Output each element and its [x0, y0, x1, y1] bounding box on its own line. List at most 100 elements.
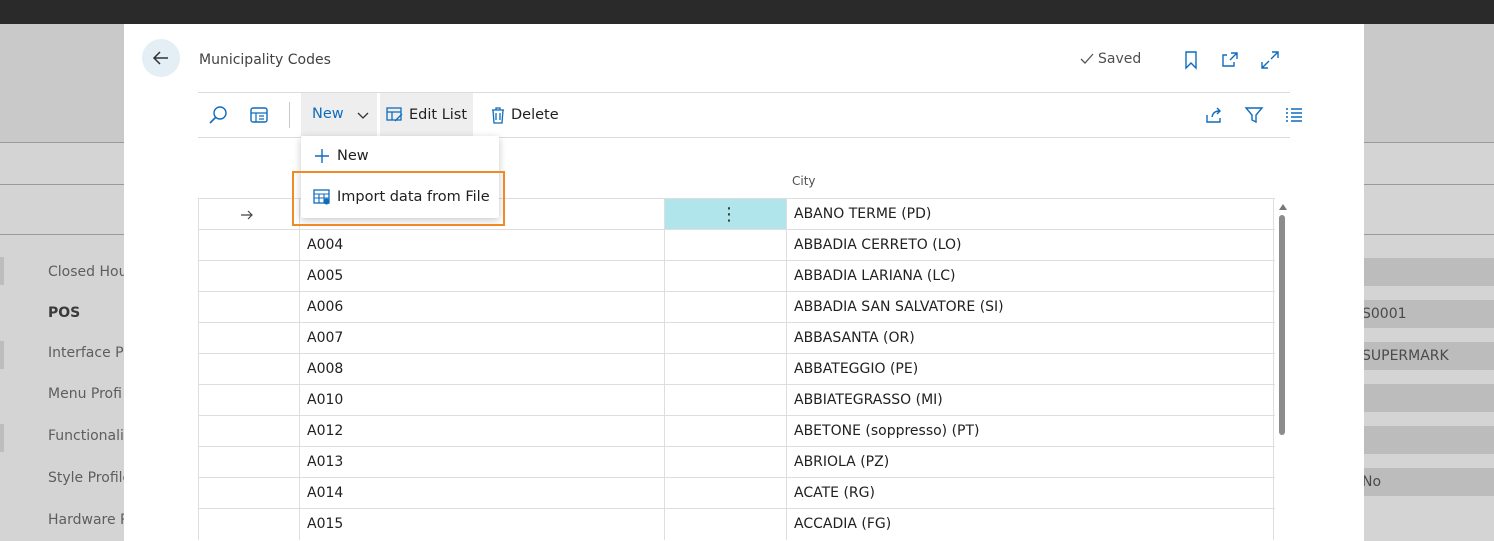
bg-nav-menu-profile: Menu Profi [48, 386, 122, 402]
row-indicator [198, 323, 299, 354]
table-row[interactable]: A014 ACATE (RG) [198, 477, 1275, 509]
city-cell[interactable]: ACATE (RG) [786, 478, 1274, 509]
code-cell[interactable]: A012 [299, 416, 663, 447]
list-view-icon[interactable] [1283, 104, 1305, 126]
city-cell[interactable]: ABBADIA SAN SALVATORE (SI) [786, 292, 1274, 323]
new-split-button: New [301, 93, 377, 137]
city-cell[interactable]: ABBASANTA (OR) [786, 323, 1274, 354]
background-field [0, 341, 4, 369]
saved-status: Saved [1079, 51, 1141, 67]
bg-field-blank [1362, 258, 1494, 286]
code-cell[interactable]: A015 [299, 509, 663, 540]
top-bar [0, 0, 1494, 24]
table-row[interactable]: A007 ABBASANTA (OR) [198, 322, 1275, 354]
bg-nav-style-profile: Style Profile [48, 470, 132, 486]
row-actions-cell[interactable] [664, 385, 786, 416]
city-cell[interactable]: ABRIOLA (PZ) [786, 447, 1274, 478]
city-cell[interactable]: ABETONE (soppresso) (PT) [786, 416, 1274, 447]
row-actions-cell[interactable] [664, 447, 786, 478]
search-icon[interactable] [207, 104, 229, 126]
bg-nav-closed-hours: Closed Hou [48, 264, 128, 280]
saved-label: Saved [1098, 51, 1142, 67]
filter-icon[interactable] [1243, 104, 1265, 126]
row-actions-cell[interactable] [664, 416, 786, 447]
table-row[interactable]: A004 ABBADIA CERRETO (LO) [198, 229, 1275, 261]
row-indicator [198, 354, 299, 385]
more-options-icon[interactable]: ⋮ [720, 199, 738, 230]
trash-icon [492, 107, 504, 124]
import-grid-icon [313, 189, 330, 205]
row-actions-cell[interactable] [664, 261, 786, 292]
share-icon[interactable] [1203, 104, 1225, 126]
plus-icon [315, 149, 329, 163]
open-new-window-icon[interactable] [1219, 49, 1241, 71]
row-actions-cell[interactable]: ⋮ [664, 199, 786, 230]
background-field [0, 424, 4, 452]
table-row[interactable]: A012 ABETONE (soppresso) (PT) [198, 415, 1275, 447]
row-indicator [198, 261, 299, 292]
analysis-icon[interactable] [248, 104, 270, 126]
row-indicator [198, 416, 299, 447]
city-cell[interactable]: ACCADIA (FG) [786, 509, 1274, 540]
menu-item-import-data[interactable]: Import data from File [301, 178, 499, 216]
city-cell[interactable]: ABANO TERME (PD) [786, 199, 1274, 230]
bg-nav-interface: Interface Pr [48, 345, 130, 361]
code-cell[interactable]: A013 [299, 447, 663, 478]
back-arrow-icon [152, 51, 168, 65]
edit-list-button[interactable]: Edit List [380, 93, 474, 137]
row-indicator [198, 199, 299, 230]
delete-label: Delete [511, 107, 559, 123]
bookmark-icon[interactable] [1180, 49, 1202, 71]
code-cell[interactable]: A007 [299, 323, 663, 354]
bg-field-blank [1362, 384, 1494, 412]
city-cell[interactable]: ABBADIA CERRETO (LO) [786, 230, 1274, 261]
table-row[interactable]: A015 ACCADIA (FG) [198, 508, 1275, 540]
row-indicator [198, 478, 299, 509]
row-actions-cell[interactable] [664, 230, 786, 261]
column-header-city[interactable]: City [792, 174, 816, 188]
row-actions-cell[interactable] [664, 323, 786, 354]
vertical-scrollbar[interactable] [1279, 215, 1285, 435]
code-cell[interactable]: A014 [299, 478, 663, 509]
code-cell[interactable]: A004 [299, 230, 663, 261]
edit-list-label: Edit List [409, 107, 468, 123]
table-row[interactable]: A005 ABBADIA LARIANA (LC) [198, 260, 1275, 292]
current-row-arrow-icon [241, 210, 253, 220]
code-cell[interactable]: A010 [299, 385, 663, 416]
row-actions-cell[interactable] [664, 292, 786, 323]
table-row[interactable]: A006 ABBADIA SAN SALVATORE (SI) [198, 291, 1275, 323]
back-button[interactable] [142, 39, 180, 77]
menu-item-new[interactable]: New [301, 137, 499, 175]
edit-list-icon [386, 107, 403, 122]
bg-field-name: SUPERMARK [1362, 342, 1494, 370]
city-cell[interactable]: ABBATEGGIO (PE) [786, 354, 1274, 385]
row-actions-cell[interactable] [664, 478, 786, 509]
action-bar: New Edit List Delete [198, 92, 1302, 138]
city-cell[interactable]: ABBIATEGRASSO (MI) [786, 385, 1274, 416]
row-indicator [198, 230, 299, 261]
row-indicator [198, 385, 299, 416]
city-cell[interactable]: ABBADIA LARIANA (LC) [786, 261, 1274, 292]
menu-item-import-label: Import data from File [337, 189, 490, 205]
row-indicator [198, 447, 299, 478]
row-actions-cell[interactable] [664, 509, 786, 540]
table-row[interactable]: A010 ABBIATEGRASSO (MI) [198, 384, 1275, 416]
table-row[interactable]: A013 ABRIOLA (PZ) [198, 446, 1275, 478]
row-indicator [198, 292, 299, 323]
municipality-codes-dialog: Municipality Codes Saved New Edit List D… [124, 24, 1364, 541]
checkmark-icon [1080, 53, 1094, 64]
scroll-up-arrow-icon[interactable] [1278, 202, 1288, 212]
divider [289, 102, 290, 128]
code-cell[interactable]: A005 [299, 261, 663, 292]
background-field [0, 257, 4, 285]
new-button[interactable]: New [312, 106, 344, 122]
bg-nav-pos: POS [48, 305, 81, 321]
code-cell[interactable]: A006 [299, 292, 663, 323]
expand-icon[interactable] [1259, 49, 1281, 71]
delete-button[interactable]: Delete [484, 93, 565, 137]
table-row[interactable]: A008 ABBATEGGIO (PE) [198, 353, 1275, 385]
code-cell[interactable]: A008 [299, 354, 663, 385]
chevron-down-icon[interactable] [353, 105, 373, 125]
row-actions-cell[interactable] [664, 354, 786, 385]
page-title: Municipality Codes [199, 52, 331, 68]
